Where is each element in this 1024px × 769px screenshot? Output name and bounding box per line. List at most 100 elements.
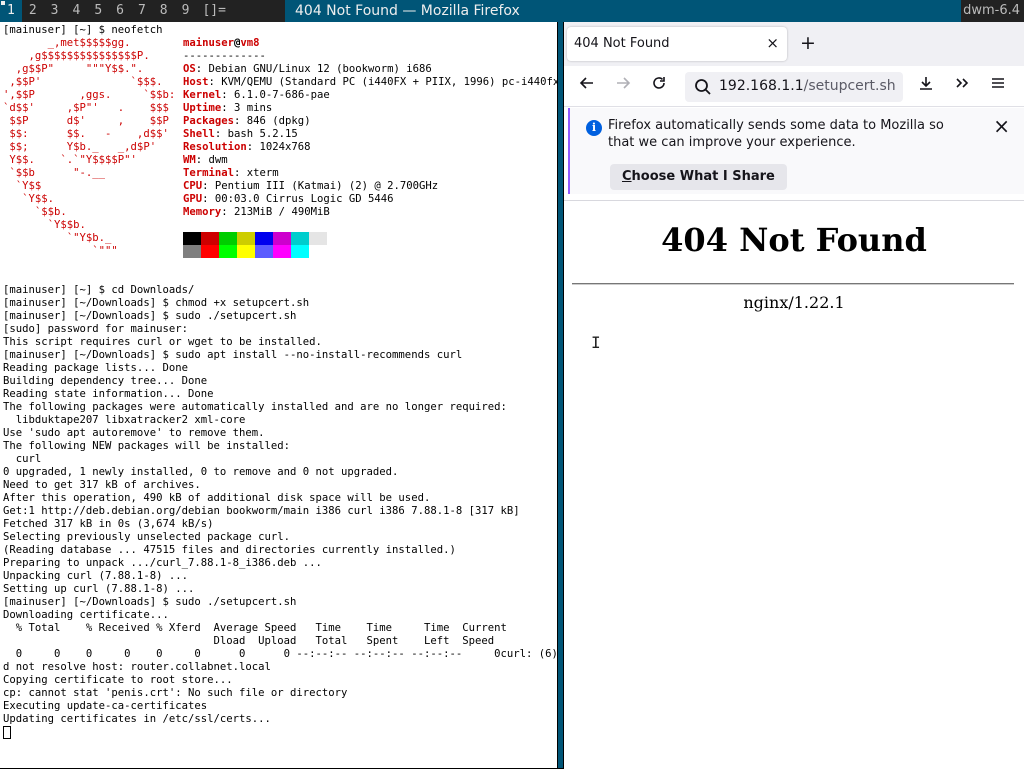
menu-hamburger-icon[interactable] (986, 74, 1010, 98)
logo-line: `Y$$. (3, 193, 55, 205)
info-icon: i (586, 120, 602, 136)
terminal-line: After this operation, 490 kB of addition… (3, 492, 431, 504)
tag-4[interactable]: 4 (65, 0, 87, 22)
terminal-line: This script requires curl or wget to be … (3, 336, 322, 348)
logo-line: `$$b. (3, 206, 67, 218)
tag-2[interactable]: 2 (22, 0, 44, 22)
color-swatch (201, 245, 219, 258)
color-swatch (291, 232, 309, 245)
neofetch-info-row: Host: KVM/QEMU (Standard PC (i440FX + PI… (183, 76, 557, 89)
neofetch-info-row: CPU: Pentium III (Katmai) (2) @ 2.700GHz (183, 180, 438, 193)
new-tab-button[interactable]: + (800, 33, 816, 53)
terminal-line: The following packages were automaticall… (3, 401, 507, 413)
url-text: 192.168.1.1/setupcert.sh (719, 78, 899, 94)
back-icon[interactable] (575, 74, 599, 98)
tag-9[interactable]: 9 (175, 0, 197, 22)
tag-6[interactable]: 6 (109, 0, 131, 22)
neofetch-info-value: : Debian GNU/Linux 12 (bookworm) i686 (195, 63, 432, 75)
terminal-window[interactable]: [mainuser] [~] $ neofetch _,met$$$$$gg. … (0, 22, 557, 768)
neofetch-info-row: WM: dwm (183, 154, 228, 167)
terminal-line: curl (3, 453, 42, 465)
terminal-line: Building dependency tree... Done (3, 375, 208, 387)
neofetch-info-key: GPU (183, 193, 203, 205)
forward-icon[interactable] (611, 74, 635, 98)
neofetch-info-value: : 3 mins (221, 102, 273, 114)
neofetch-host: vm8 (240, 37, 260, 49)
logo-line: `d$$' ,$P"' . $$$ (3, 102, 169, 114)
neofetch-info-value: : 00:03.0 Cirrus Logic GD 5446 (202, 193, 394, 205)
logo-line: ',$$P ,ggs. `$$b: (3, 89, 176, 101)
window-title: 404 Not Found — Mozilla Firefox (285, 0, 961, 22)
tag-3[interactable]: 3 (44, 0, 66, 22)
neofetch-user-host: mainuser@vm8 (183, 37, 260, 50)
logo-line: `"Y$b._ (3, 232, 112, 244)
terminal-line: Reading state information... Done (3, 388, 214, 400)
terminal-line: [mainuser] [~/Downloads] $ sudo apt inst… (3, 349, 463, 361)
logo-line: _,met$$$$$gg. (3, 37, 131, 49)
neofetch-info-key: Uptime (183, 102, 222, 114)
terminal-line: Use 'sudo apt autoremove' to remove them… (3, 427, 265, 439)
url-bar[interactable]: 192.168.1.1/setupcert.sh (685, 72, 903, 102)
terminal-line: % Total % Received % Xferd Average Speed… (3, 622, 507, 634)
color-swatch (219, 232, 237, 245)
color-swatch (255, 232, 273, 245)
button-label: hoose What I Share (631, 169, 775, 184)
terminal-line: (Reading database ... 47515 files and di… (3, 544, 456, 556)
terminal-line: Executing update-ca-certificates (3, 700, 208, 712)
navigation-toolbar: 192.168.1.1/setupcert.sh (564, 66, 1024, 107)
reload-icon[interactable] (647, 74, 671, 98)
neofetch-info-row: Terminal: xterm (183, 167, 279, 180)
tab-404-not-found[interactable]: 404 Not Found × (567, 27, 787, 61)
page-title: 404 Not Found (661, 221, 927, 259)
neofetch-info-key: Resolution (183, 141, 247, 153)
logo-line: ,g$$P" """Y$$.". (3, 63, 144, 75)
neofetch-info-value: : 1024x768 (246, 141, 311, 153)
tag-7[interactable]: 7 (131, 0, 153, 22)
url-host: 192.168.1.1 (719, 78, 804, 94)
terminal-line: [mainuser] [~/Downloads] $ chmod +x setu… (3, 297, 310, 309)
neofetch-info-value: : Pentium III (Katmai) (2) @ 2.700GHz (202, 180, 439, 192)
terminal-line: Get:1 http://deb.debian.org/debian bookw… (3, 505, 520, 517)
color-swatch (255, 245, 273, 258)
neofetch-info-row: Shell: bash 5.2.15 (183, 128, 298, 141)
choose-what-i-share-button[interactable]: Choose What I Share (610, 164, 787, 190)
search-icon (693, 77, 713, 97)
telemetry-notification: i Firefox automatically sends some data … (568, 108, 1024, 194)
terminal-line: Setting up curl (7.88.1-8) ... (3, 583, 195, 595)
tag-1[interactable]: 1 (0, 0, 22, 22)
overflow-chevron-icon[interactable] (950, 74, 974, 98)
logo-line: ,$$P' `$$$. (3, 76, 163, 88)
neofetch-info-key: Shell (183, 128, 215, 140)
neofetch-info-key: CPU (183, 180, 203, 192)
neofetch-info-key: Terminal (183, 167, 235, 179)
logo-line: `Y$$b. (3, 219, 86, 231)
terminal-line: [mainuser] [~] $ cd Downloads/ (3, 284, 195, 296)
status-text: dwm-6.4 (963, 3, 1020, 18)
terminal-line: d not resolve host: router.collabnet.loc… (3, 661, 271, 673)
terminal-line: Need to get 317 kB of archives. (3, 479, 201, 491)
neofetch-info-key: Packages (183, 115, 235, 127)
neofetch-info-value: : bash 5.2.15 (214, 128, 298, 140)
terminal-line: Unpacking curl (7.88.1-8) ... (3, 570, 188, 582)
text-cursor-icon: I (591, 333, 601, 352)
logo-line: $$: $$. - ,d$$' (3, 128, 169, 140)
page-content: 404 Not Found nginx/1.22.1 I (564, 200, 1024, 769)
divider (572, 283, 1014, 285)
layout-symbol[interactable]: []= (196, 0, 235, 22)
color-swatch (273, 232, 291, 245)
color-swatch (237, 245, 255, 258)
color-swatch (183, 245, 201, 258)
close-icon[interactable]: × (766, 34, 779, 52)
terminal-line: Downloading certificate... (3, 609, 169, 621)
color-swatch (219, 245, 237, 258)
server-signature: nginx/1.22.1 (743, 293, 845, 312)
close-icon[interactable]: × (993, 114, 1010, 138)
color-swatch (273, 245, 291, 258)
tag-8[interactable]: 8 (153, 0, 175, 22)
neofetch-info-row: Memory: 213MiB / 490MiB (183, 206, 330, 219)
tab-title: 404 Not Found (574, 36, 670, 51)
neofetch-info-key: Memory (183, 206, 222, 218)
tag-5[interactable]: 5 (87, 0, 109, 22)
terminal-line: [mainuser] [~] $ neofetch (3, 24, 163, 36)
downloads-icon[interactable] (914, 74, 938, 98)
